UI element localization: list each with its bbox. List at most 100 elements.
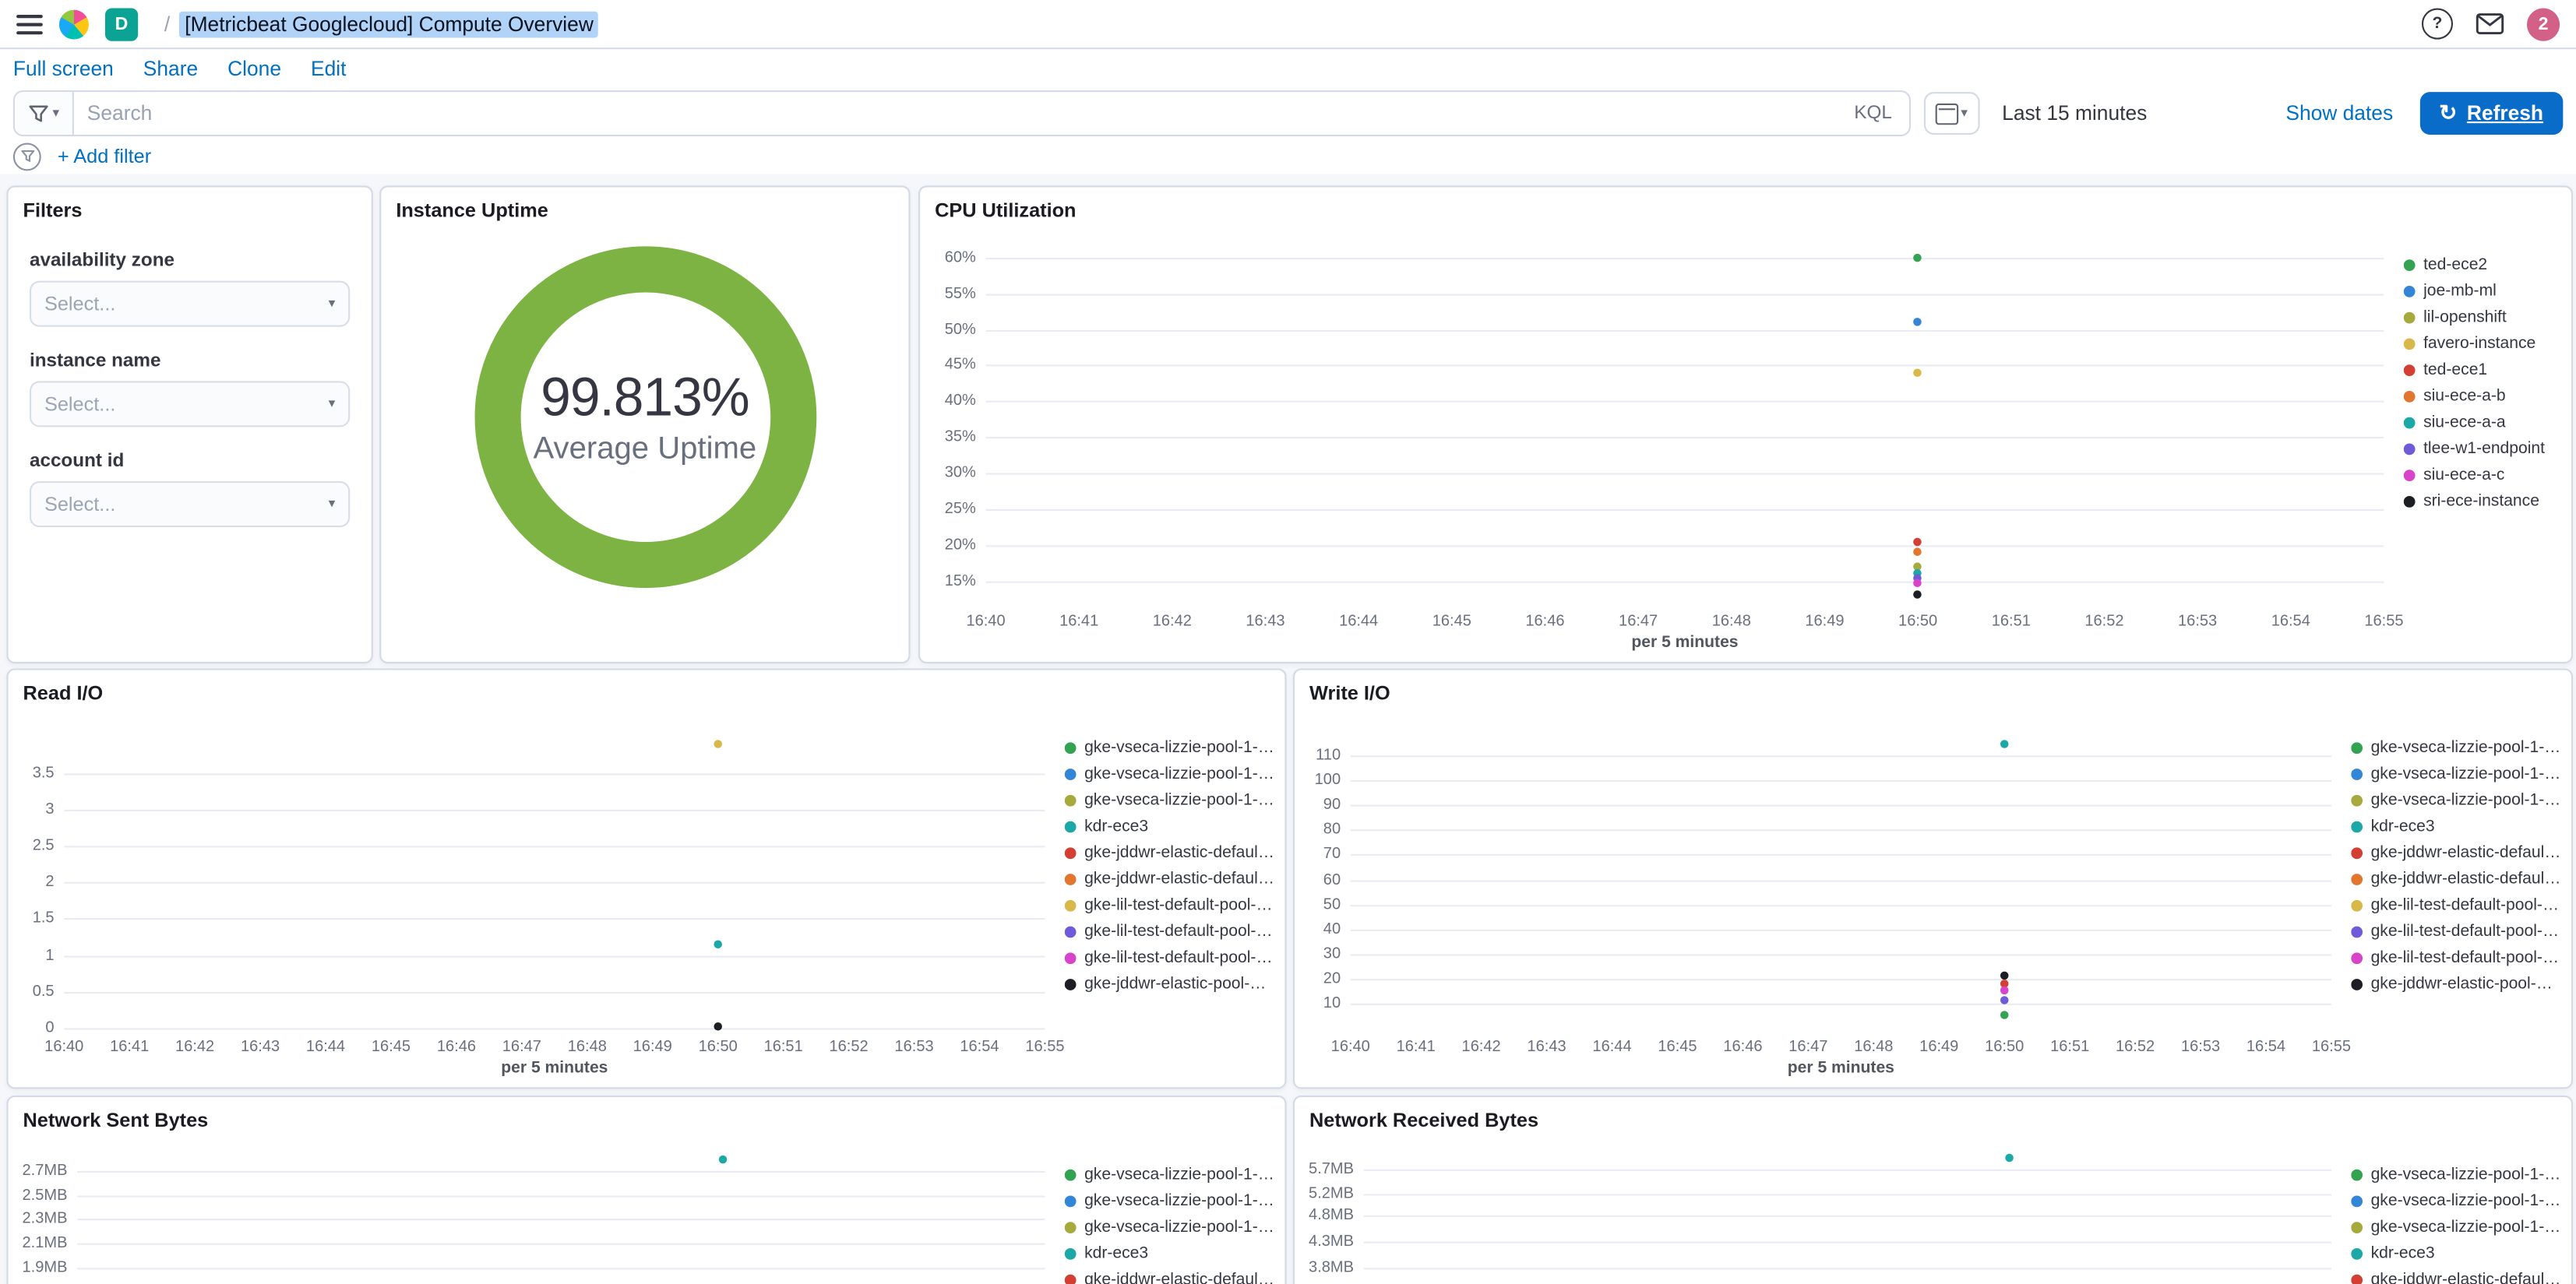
gridline <box>1350 978 2331 980</box>
gridline <box>1350 854 2331 857</box>
legend-label: tlee-w1-endpoint <box>2423 439 2546 458</box>
legend-item[interactable]: gke-lil-test-default-pool-c1e... <box>1064 892 1275 918</box>
legend-item[interactable]: ted-ece1 <box>2403 357 2561 383</box>
show-dates-link[interactable]: Show dates <box>2285 102 2406 125</box>
breadcrumb: / [Metricbeat Googlecloud] Compute Overv… <box>154 10 599 37</box>
data-point <box>2000 987 2009 995</box>
legend-color-dot <box>2351 1194 2363 1207</box>
legend-item[interactable]: gke-vseca-lizzie-pool-1-1877... <box>2351 734 2561 761</box>
legend-item[interactable]: gke-vseca-lizzie-pool-1-630... <box>1064 1214 1275 1240</box>
gridline <box>985 365 2384 368</box>
legend-item[interactable]: gke-vseca-lizzie-pool-1-630... <box>2351 1214 2561 1240</box>
y-axis-label: 3.5 <box>32 764 55 783</box>
instance-name-select[interactable]: Select... ▾ <box>29 381 351 427</box>
legend-item[interactable]: gke-jddwr-elastic-default-po... <box>1064 839 1275 866</box>
legend-item[interactable]: kdr-ece3 <box>1064 813 1275 839</box>
saved-query-menu-button[interactable]: ▾ <box>14 92 74 135</box>
y-axis-label: 2.5 <box>32 836 55 856</box>
space-badge[interactable]: D <box>104 7 139 40</box>
legend-item[interactable]: kdr-ece3 <box>2351 1240 2561 1266</box>
legend-item[interactable]: lil-openshift <box>2403 304 2561 330</box>
newsfeed-icon[interactable] <box>2476 13 2504 35</box>
legend-item[interactable]: gke-jddwr-elastic-default-po... <box>1064 866 1275 892</box>
legend-item[interactable]: siu-ece-a-a <box>2403 409 2561 435</box>
chart-container: 10 20 30 40 50 60 70 80 90 100 110 16:40 16:41 16:42 1… <box>1305 709 2562 1081</box>
legend-item[interactable]: gke-jddwr-elastic-default-po... <box>1064 1266 1275 1284</box>
account-id-select[interactable]: Select... ▾ <box>29 480 351 528</box>
filter-funnel-icon <box>29 104 48 121</box>
legend-item[interactable]: gke-lil-test-default-pool-c1e... <box>2351 918 2561 945</box>
top-header: D / [Metricbeat Googlecloud] Compute Ove… <box>0 0 2576 50</box>
legend-item[interactable]: tlee-w1-endpoint <box>2403 435 2561 462</box>
legend-item[interactable]: gke-vseca-lizzie-pool-1-1877... <box>1064 734 1275 761</box>
legend-item[interactable]: gke-vseca-lizzie-pool-1-c417... <box>2351 1187 2561 1214</box>
full-screen-link[interactable]: Full screen <box>13 58 114 81</box>
x-axis-label: 16:54 <box>2271 612 2310 631</box>
legend-item[interactable]: gke-lil-test-default-pool-c1e... <box>1064 945 1275 971</box>
refresh-button[interactable]: ↻ Refresh <box>2419 92 2564 135</box>
gridline <box>1350 805 2331 807</box>
legend-item[interactable]: gke-jddwr-elastic-default-po... <box>2351 839 2561 866</box>
legend-item[interactable]: siu-ece-a-c <box>2403 462 2561 488</box>
legend-item[interactable]: gke-vseca-lizzie-pool-1-c417... <box>1064 761 1275 787</box>
user-avatar[interactable]: 2 <box>2526 7 2560 40</box>
x-axis-label: 16:45 <box>1658 1038 1697 1057</box>
legend-label: gke-lil-test-default-pool-c1e... <box>1084 922 1275 941</box>
legend-label: siu-ece-a-b <box>2423 386 2506 405</box>
legend-item[interactable]: ted-ece2 <box>2403 252 2561 278</box>
y-axis-label: 50% <box>944 320 976 339</box>
date-picker-button[interactable]: ▾ <box>1922 92 1979 135</box>
select-placeholder: Select... <box>44 492 116 516</box>
query-language-badge[interactable]: KQL <box>1854 104 1908 123</box>
legend-item[interactable]: kdr-ece3 <box>1064 1240 1275 1266</box>
edit-link[interactable]: Edit <box>311 58 346 81</box>
legend-item[interactable]: gke-vseca-lizzie-pool-1-c417... <box>2351 761 2561 787</box>
data-point <box>1913 589 1922 599</box>
legend-item[interactable]: siu-ece-a-b <box>2403 382 2561 409</box>
legend-color-dot <box>1064 793 1077 806</box>
chevron-down-icon: ▾ <box>52 104 59 120</box>
legend-item[interactable]: gke-lil-test-default-pool-c1e... <box>2351 945 2561 971</box>
add-filter-button[interactable]: + Add filter <box>58 145 151 168</box>
legend-label: gke-vseca-lizzie-pool-1-c417... <box>2370 764 2562 783</box>
legend-item[interactable]: kdr-ece3 <box>2351 813 2561 839</box>
legend-item[interactable]: gke-jddwr-elastic-pool-3-74... <box>2351 971 2561 997</box>
legend-item[interactable]: gke-vseca-lizzie-pool-1-630... <box>1064 786 1275 813</box>
time-range-control[interactable]: Last 15 minutes Show dates <box>1993 92 2407 135</box>
gridline <box>985 473 2384 475</box>
legend-item[interactable]: gke-vseca-lizzie-pool-1-c417... <box>1064 1187 1275 1214</box>
legend-color-dot <box>2403 259 2416 270</box>
legend-item[interactable]: sri-ece-instance <box>2403 487 2561 514</box>
filter-options-icon[interactable] <box>12 142 41 171</box>
x-axis-label: 16:40 <box>44 1038 84 1057</box>
search-input[interactable] <box>73 101 1855 125</box>
share-link[interactable]: Share <box>143 58 198 81</box>
legend-item[interactable]: gke-lil-test-default-pool-c1e... <box>1064 918 1275 945</box>
x-axis-label: 16:44 <box>305 1038 346 1057</box>
y-axis-label: 3.8MB <box>1309 1258 1354 1277</box>
help-icon[interactable]: ? <box>2421 8 2454 40</box>
legend-item[interactable]: favero-instance <box>2403 330 2561 357</box>
legend-item[interactable]: gke-vseca-lizzie-pool-1-630... <box>2351 786 2561 813</box>
time-range-value[interactable]: Last 15 minutes <box>1993 102 2147 125</box>
elastic-logo[interactable] <box>58 9 89 39</box>
legend-item[interactable]: gke-jddwr-elastic-default-po... <box>2351 1266 2561 1284</box>
gridline <box>1363 1267 2331 1269</box>
x-axis-label: 16:55 <box>1025 1038 1065 1057</box>
availability-zone-select[interactable]: Select... ▾ <box>29 280 351 327</box>
legend-color-dot <box>2403 389 2416 402</box>
x-axis-label: 16:44 <box>1592 1038 1632 1057</box>
legend-item[interactable]: gke-jddwr-elastic-pool-3-74... <box>1064 971 1275 997</box>
legend-item[interactable]: joe-mb-ml <box>2403 277 2561 304</box>
legend-item[interactable]: gke-lil-test-default-pool-c1e... <box>2351 892 2561 918</box>
panel-title: Network Received Bytes <box>1309 1108 1539 1132</box>
x-axis-label: 16:42 <box>1461 1038 1501 1057</box>
clone-link[interactable]: Clone <box>227 58 281 81</box>
legend-item[interactable]: gke-vseca-lizzie-pool-1-1877... <box>1064 1161 1275 1187</box>
write-io-legend: gke-vseca-lizzie-pool-1-1877... gke-vseca… <box>2351 709 2561 1081</box>
legend-item[interactable]: gke-jddwr-elastic-default-po... <box>2351 866 2561 892</box>
write-io-chart: 10 20 30 40 50 60 70 80 90 100 110 16:40 16:41 16:42 1… <box>1305 709 2351 1081</box>
data-point <box>2004 1154 2014 1163</box>
legend-item[interactable]: gke-vseca-lizzie-pool-1-1877... <box>2351 1161 2561 1187</box>
menu-icon[interactable] <box>16 13 43 34</box>
